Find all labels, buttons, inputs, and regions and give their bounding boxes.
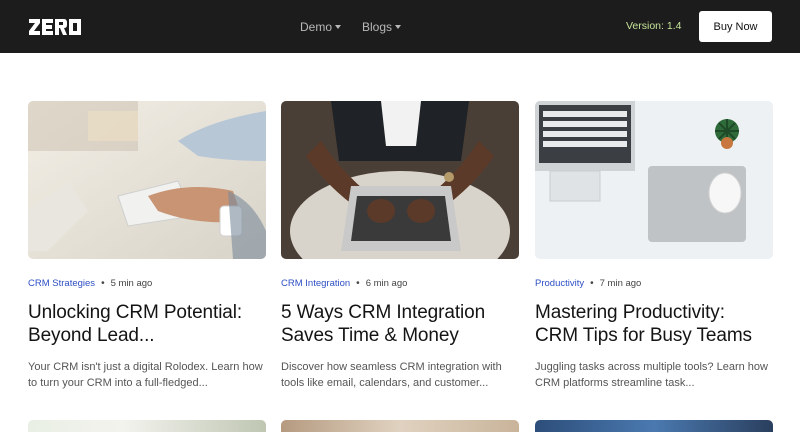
version-label: Version: 1.4 — [626, 20, 682, 32]
buy-now-button[interactable]: Buy Now — [699, 11, 772, 42]
nav-menu: Demo Blogs — [300, 0, 402, 53]
post-time: 5 min ago — [110, 277, 153, 289]
post-category[interactable]: CRM Strategies — [28, 278, 95, 289]
post-excerpt: Juggling tasks across multiple tools? Le… — [535, 361, 768, 389]
blog-card[interactable]: Productivity • 7 min ago Mastering Produ… — [535, 101, 773, 391]
chevron-down-icon — [335, 25, 342, 29]
post-meta: CRM Integration • 6 min ago — [281, 276, 519, 290]
post-image-next-row[interactable] — [28, 420, 266, 432]
nav-demo-dropdown[interactable]: Demo — [300, 19, 342, 34]
post-image-next-row[interactable] — [535, 420, 773, 432]
post-image[interactable] — [535, 101, 773, 259]
logo-mark-icon — [29, 19, 81, 35]
post-category[interactable]: CRM Integration — [281, 278, 350, 289]
post-category[interactable]: Productivity — [535, 278, 584, 289]
desk-keyboard-photo — [28, 101, 266, 259]
chevron-down-icon — [395, 25, 402, 29]
post-title[interactable]: Unlocking CRM Potential: Beyond Lead... — [28, 301, 266, 347]
post-meta: CRM Strategies • 5 min ago — [28, 276, 266, 290]
post-image[interactable] — [28, 101, 266, 259]
post-image-next-row[interactable] — [281, 420, 519, 432]
post-time: 7 min ago — [599, 277, 642, 289]
nav-demo-label: Demo — [300, 19, 333, 34]
post-image[interactable] — [281, 101, 519, 259]
meta-separator: • — [356, 277, 360, 289]
desk-flatlay-photo — [535, 101, 773, 259]
post-title[interactable]: 5 Ways CRM Integration Saves Time & Mone… — [281, 301, 519, 347]
post-excerpt: Your CRM isn't just a digital Rolodex. L… — [28, 361, 263, 389]
navbar: Demo Blogs Version: 1.4 Buy Now — [0, 0, 800, 53]
nav-blogs-dropdown[interactable]: Blogs — [362, 19, 402, 34]
blog-card[interactable]: CRM Strategies • 5 min ago Unlocking CRM… — [28, 101, 266, 391]
logo[interactable] — [28, 17, 82, 37]
post-excerpt: Discover how seamless CRM integration wi… — [281, 361, 502, 389]
nav-blogs-label: Blogs — [362, 19, 393, 34]
post-meta: Productivity • 7 min ago — [535, 276, 773, 290]
blog-card[interactable]: CRM Integration • 6 min ago 5 Ways CRM I… — [281, 101, 519, 391]
meta-separator: • — [101, 277, 105, 289]
post-title[interactable]: Mastering Productivity: CRM Tips for Bus… — [535, 301, 773, 347]
post-time: 6 min ago — [365, 277, 408, 289]
laptop-typing-photo — [281, 101, 519, 259]
meta-separator: • — [590, 277, 594, 289]
